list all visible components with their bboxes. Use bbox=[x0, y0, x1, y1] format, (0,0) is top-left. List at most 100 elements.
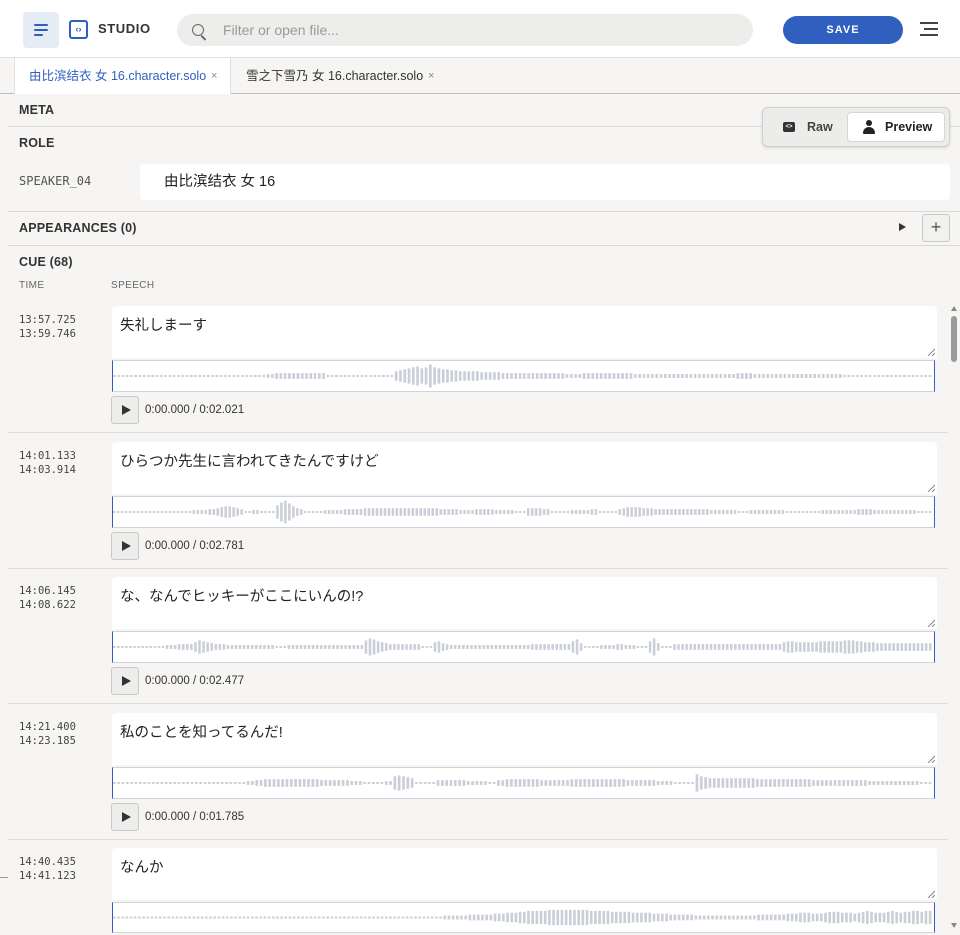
tab-yuigahama[interactable]: 由比滨结衣 女 16.character.solo × bbox=[14, 58, 231, 94]
resize-grip-icon[interactable] bbox=[927, 348, 935, 356]
search-bar[interactable] bbox=[177, 14, 753, 46]
waveform-bar bbox=[712, 778, 716, 788]
speech-text-field[interactable]: 失礼しまーす bbox=[112, 306, 937, 358]
waveform-bar bbox=[415, 782, 418, 784]
waveform-bar bbox=[463, 371, 466, 381]
waveform-bar bbox=[612, 645, 615, 649]
waveform-bar bbox=[208, 509, 211, 515]
waveform[interactable] bbox=[112, 631, 935, 663]
waveform-bar bbox=[351, 916, 355, 919]
waveform-bar bbox=[661, 913, 664, 922]
waveform-bar bbox=[610, 511, 614, 513]
search-icon bbox=[192, 24, 204, 36]
waveform-bar bbox=[661, 781, 664, 785]
waveform-bar bbox=[837, 510, 840, 514]
waveform-bar bbox=[241, 375, 244, 377]
resize-grip-icon[interactable] bbox=[927, 484, 935, 492]
waveform-bar bbox=[523, 373, 526, 379]
waveform-bar bbox=[380, 642, 384, 652]
waveform-bar bbox=[745, 511, 749, 513]
raw-view-button[interactable]: <> Raw bbox=[773, 113, 849, 141]
waveform-bar bbox=[589, 910, 593, 925]
waveform-bar bbox=[861, 509, 864, 515]
waveform-bar bbox=[200, 510, 204, 514]
play-button[interactable] bbox=[111, 667, 139, 695]
scroll-down-icon[interactable] bbox=[951, 923, 957, 928]
waveform-bar bbox=[198, 640, 201, 654]
tab-yukinoshita[interactable]: 雪之下雪乃 女 16.character.solo × bbox=[232, 58, 452, 94]
waveform[interactable] bbox=[112, 360, 935, 392]
waveform-bar bbox=[527, 779, 530, 787]
waveform-bar bbox=[347, 375, 351, 377]
play-button[interactable] bbox=[111, 396, 139, 424]
play-button[interactable] bbox=[111, 532, 139, 560]
waveform-bar bbox=[608, 645, 611, 649]
waveform-bar bbox=[466, 781, 470, 785]
speech-text: ひらつか先生に言われてきたんですけど bbox=[120, 454, 379, 470]
scrollbar[interactable] bbox=[948, 306, 960, 935]
waveform-bar bbox=[786, 641, 790, 653]
menu-button[interactable] bbox=[23, 12, 59, 48]
waveform-bar bbox=[578, 510, 582, 514]
cue-section-header[interactable]: CUE (68) bbox=[19, 255, 73, 269]
waveform-bar bbox=[916, 643, 920, 651]
waveform-bar bbox=[350, 781, 354, 785]
waveform-bar bbox=[583, 646, 587, 648]
waveform-bar bbox=[212, 782, 215, 784]
waveform-bar bbox=[277, 779, 280, 787]
save-button[interactable]: SAVE bbox=[783, 16, 903, 44]
waveform-bar bbox=[367, 508, 371, 516]
resize-grip-icon[interactable] bbox=[927, 890, 935, 898]
role-section-header[interactable]: ROLE bbox=[19, 136, 55, 150]
waveform-bar bbox=[510, 373, 513, 379]
waveform-bar bbox=[493, 372, 496, 380]
speech-text-field[interactable]: ひらつか先生に言われてきたんですけど bbox=[112, 442, 937, 494]
waveform-bar bbox=[228, 506, 231, 518]
waveform-bar bbox=[117, 375, 120, 377]
cue-start-time: 13:57.725 bbox=[19, 314, 76, 326]
scroll-up-icon[interactable] bbox=[951, 306, 957, 311]
more-menu-button[interactable] bbox=[920, 22, 938, 36]
waveform-bar bbox=[373, 375, 377, 377]
waveform-bar bbox=[741, 511, 745, 513]
resize-grip-icon[interactable] bbox=[927, 755, 935, 763]
play-button[interactable] bbox=[111, 803, 139, 831]
waveform-bar bbox=[805, 511, 809, 513]
waveform-bar bbox=[220, 507, 223, 517]
waveform-bar bbox=[820, 780, 824, 786]
top-bar: ‹› STUDIO SAVE bbox=[0, 0, 960, 58]
speech-text-field[interactable]: な、なんでヒッキーがここにいんの!? bbox=[112, 577, 937, 629]
waveform-bar bbox=[149, 646, 153, 648]
resize-grip-icon[interactable] bbox=[927, 619, 935, 627]
waveform-bar bbox=[506, 912, 509, 923]
waveform-bar bbox=[758, 644, 761, 650]
waveform-bar bbox=[705, 644, 709, 650]
waveform[interactable] bbox=[112, 496, 935, 528]
waveform-bar bbox=[211, 375, 214, 377]
search-input[interactable] bbox=[223, 14, 743, 46]
waveform-bar bbox=[600, 645, 603, 649]
waveform-bar bbox=[160, 782, 164, 784]
waveform-bar bbox=[845, 912, 848, 923]
waveform-bar bbox=[894, 781, 897, 785]
waveform-bar bbox=[501, 373, 505, 379]
waveform-bar bbox=[694, 915, 698, 920]
appearances-section-header[interactable]: APPEARANCES (0) bbox=[19, 221, 137, 235]
speaker-name-field[interactable]: 由比滨结衣 女 16 bbox=[140, 164, 950, 200]
waveform-bar bbox=[431, 508, 434, 516]
close-icon[interactable]: × bbox=[211, 58, 217, 94]
speech-text-field[interactable]: なんか bbox=[112, 848, 937, 900]
waveform[interactable] bbox=[112, 902, 935, 933]
speech-text-field[interactable]: 私のことを知ってるんだ! bbox=[112, 713, 937, 765]
preview-view-button[interactable]: Preview bbox=[847, 112, 945, 142]
waveform-bar bbox=[718, 510, 721, 514]
meta-section-header[interactable]: META bbox=[19, 103, 54, 117]
add-appearance-button[interactable]: + bbox=[922, 214, 950, 242]
scrollbar-thumb[interactable] bbox=[951, 316, 957, 362]
raw-label: Raw bbox=[807, 120, 833, 134]
close-icon[interactable]: × bbox=[428, 58, 434, 94]
waveform[interactable] bbox=[112, 767, 935, 799]
expand-play-icon[interactable] bbox=[899, 223, 906, 231]
waveform-bar bbox=[573, 909, 576, 926]
waveform-bar bbox=[113, 511, 116, 513]
